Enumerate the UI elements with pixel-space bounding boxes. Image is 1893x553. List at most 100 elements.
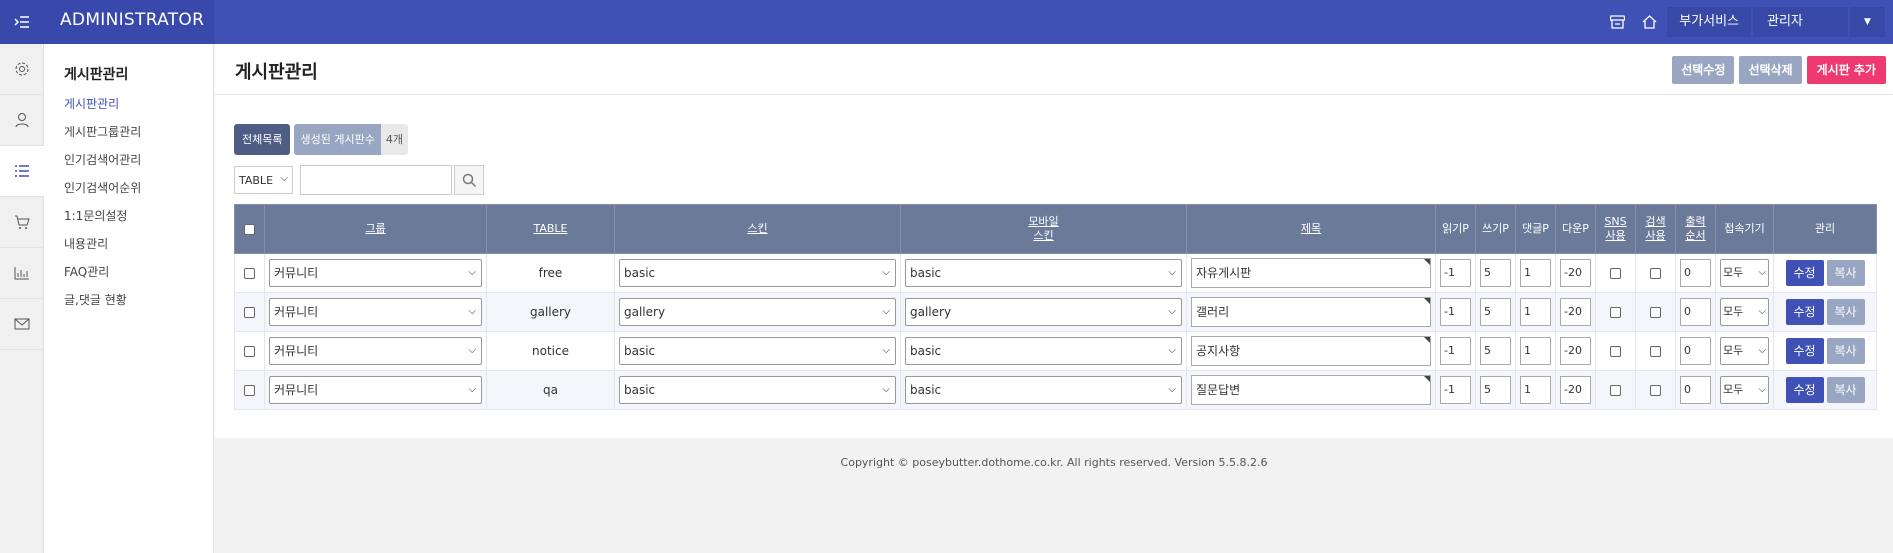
chevron-down-icon: ⌵ [280,173,288,184]
table-row: 커뮤니티 ⌵ qa basic ⌵ basic ⌵ 질문답변 -1 5 1 -20 0 모두 ⌵ 수정 복사 [234,370,1877,410]
add-board-button[interactable]: 게시판 추가 [1806,56,1886,84]
write-point-input[interactable]: 5 [1480,376,1511,404]
device-select[interactable]: 모두 ⌵ [1720,376,1769,404]
search-checkbox[interactable] [1635,292,1676,332]
write-point-input[interactable]: 5 [1480,337,1511,365]
row-checkbox[interactable] [234,292,265,332]
comment-point-input[interactable]: 1 [1520,376,1551,404]
subnav-item-faq[interactable]: FAQ관리 [64,265,141,293]
col-mobile-skin[interactable]: 모바일 스킨 [900,204,1187,254]
search-checkbox[interactable] [1635,253,1676,293]
rail-settings[interactable] [0,44,44,95]
sns-checkbox[interactable] [1595,370,1636,410]
skin-select[interactable]: basic ⌵ [619,337,896,365]
rail-boards[interactable] [0,146,44,197]
subnav-item-popular-keyword[interactable]: 인기검색어관리 [64,153,141,181]
menu-toggle-icon[interactable] [0,0,44,44]
subnav-item-content[interactable]: 내용관리 [64,237,141,265]
search-checkbox[interactable] [1635,331,1676,371]
search-button[interactable] [454,165,484,195]
subject-input[interactable]: 공지사항 [1191,336,1431,366]
home-icon[interactable] [1633,0,1665,44]
subject-input[interactable]: 질문답변 [1191,375,1431,405]
edit-button[interactable]: 수정 [1785,299,1824,325]
order-input[interactable]: 0 [1680,376,1711,404]
skin-select[interactable]: basic ⌵ [619,259,896,287]
edit-selected-button[interactable]: 선택수정 [1672,56,1735,84]
read-point-input[interactable]: -1 [1440,337,1471,365]
subnav-item-qa-config[interactable]: 1:1문의설정 [64,209,141,237]
copy-button[interactable]: 복사 [1826,377,1865,403]
mobile-skin-select[interactable]: gallery ⌵ [905,298,1182,326]
subnav-item-board-group[interactable]: 게시판그룹관리 [64,125,141,153]
order-input[interactable]: 0 [1680,298,1711,326]
search-type-select[interactable]: TABLE ⌵ [234,166,293,194]
search-checkbox[interactable] [1635,370,1676,410]
group-select[interactable]: 커뮤니티 ⌵ [269,337,482,365]
store-icon[interactable] [1601,0,1633,44]
col-group[interactable]: 그룹 [264,204,487,254]
col-skin[interactable]: 스킨 [614,204,901,254]
col-sns[interactable]: SNS 사용 [1595,204,1636,254]
row-checkbox[interactable] [234,253,265,293]
download-point-input[interactable]: -20 [1560,376,1591,404]
download-point-input[interactable]: -20 [1560,337,1591,365]
skin-select[interactable]: basic ⌵ [619,376,896,404]
search-input[interactable] [300,165,452,195]
mobile-skin-select[interactable]: basic ⌵ [905,259,1182,287]
subject-input[interactable]: 갤러리 [1191,297,1431,327]
edit-button[interactable]: 수정 [1785,338,1824,364]
mobile-skin-select[interactable]: basic ⌵ [905,376,1182,404]
admin-menu-button[interactable]: 관리자 [1753,7,1848,37]
write-point-input[interactable]: 5 [1480,259,1511,287]
download-point-input[interactable]: -20 [1560,259,1591,287]
comment-point-input[interactable]: 1 [1520,298,1551,326]
rail-members[interactable] [0,95,44,146]
read-point-input[interactable]: -1 [1440,376,1471,404]
subject-input[interactable]: 자유게시판 [1191,258,1431,288]
col-search[interactable]: 검색 사용 [1635,204,1676,254]
read-point-input[interactable]: -1 [1440,298,1471,326]
group-select[interactable]: 커뮤니티 ⌵ [269,259,482,287]
copy-button[interactable]: 복사 [1826,260,1865,286]
order-input[interactable]: 0 [1680,259,1711,287]
select-all-checkbox[interactable] [234,204,265,254]
mobile-skin-select[interactable]: basic ⌵ [905,337,1182,365]
app-title[interactable]: ADMINISTRATOR [60,0,214,44]
edit-button[interactable]: 수정 [1785,260,1824,286]
admin-dropdown-button[interactable]: ▼ [1850,7,1885,37]
sns-checkbox[interactable] [1595,253,1636,293]
row-checkbox[interactable] [234,370,265,410]
read-point-input[interactable]: -1 [1440,259,1471,287]
edit-button[interactable]: 수정 [1785,377,1824,403]
sns-checkbox[interactable] [1595,331,1636,371]
device-select[interactable]: 모두 ⌵ [1720,298,1769,326]
col-subject[interactable]: 제목 [1186,204,1436,254]
device-select[interactable]: 모두 ⌵ [1720,259,1769,287]
row-checkbox[interactable] [234,331,265,371]
device-select[interactable]: 모두 ⌵ [1720,337,1769,365]
col-order[interactable]: 출력 순서 [1675,204,1716,254]
table-id: qa [486,370,615,410]
comment-point-input[interactable]: 1 [1520,337,1551,365]
copy-button[interactable]: 복사 [1826,299,1865,325]
subnav-item-board-manage[interactable]: 게시판관리 [64,97,141,125]
order-input[interactable]: 0 [1680,337,1711,365]
download-point-input[interactable]: -20 [1560,298,1591,326]
skin-select[interactable]: gallery ⌵ [619,298,896,326]
comment-point-input[interactable]: 1 [1520,259,1551,287]
subnav-item-popular-rank[interactable]: 인기검색어순위 [64,181,141,209]
all-list-button[interactable]: 전체목록 [234,124,291,155]
rail-stats[interactable] [0,248,44,299]
addon-service-button[interactable]: 부가서비스 [1667,7,1751,37]
copy-button[interactable]: 복사 [1826,338,1865,364]
group-select[interactable]: 커뮤니티 ⌵ [269,376,482,404]
rail-mail[interactable] [0,299,44,350]
sns-checkbox[interactable] [1595,292,1636,332]
rail-shop[interactable] [0,197,44,248]
write-point-input[interactable]: 5 [1480,298,1511,326]
delete-selected-button[interactable]: 선택삭제 [1739,56,1802,84]
group-select[interactable]: 커뮤니티 ⌵ [269,298,482,326]
subnav-item-post-status[interactable]: 글,댓글 현황 [64,293,141,321]
col-table[interactable]: TABLE [486,204,615,254]
